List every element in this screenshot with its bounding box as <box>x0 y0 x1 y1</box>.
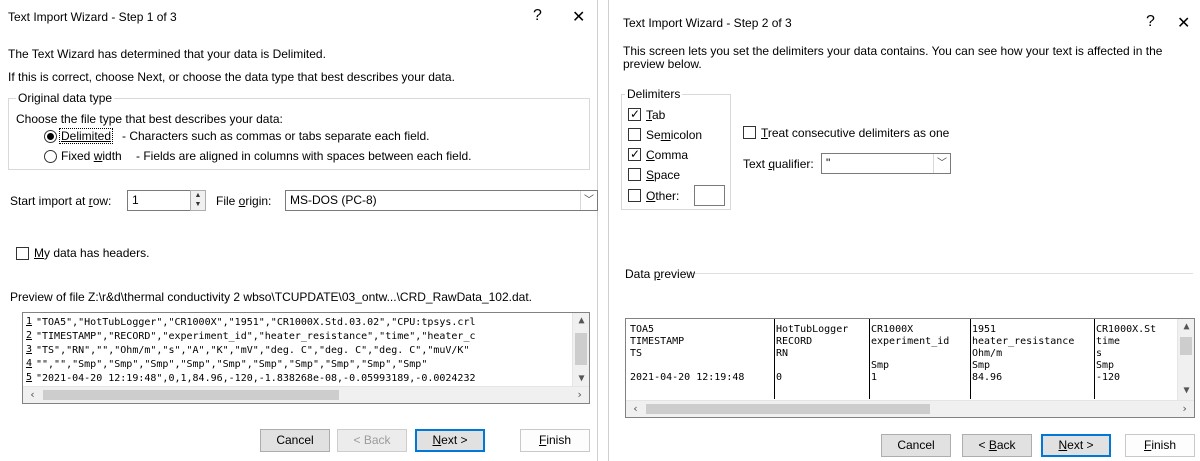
close-icon[interactable]: ✕ <box>572 7 585 27</box>
preview-line: "","","Smp","Smp","Smp","Smp","Smp","Smp… <box>36 359 428 370</box>
original-data-type-label: Original data type <box>16 91 115 105</box>
column-separator[interactable] <box>869 319 870 399</box>
preview-vertical-scrollbar[interactable]: ▲ ▼ <box>1177 319 1194 401</box>
help-icon[interactable]: ? <box>1146 13 1155 31</box>
close-icon[interactable]: ✕ <box>1177 13 1190 33</box>
file-origin-label: File origin: <box>216 194 272 208</box>
file-origin-value: MS-DOS (PC-8) <box>290 193 377 207</box>
delimited-radio[interactable] <box>44 130 57 143</box>
preview-line-number: 1 <box>25 316 33 327</box>
delimited-label[interactable]: Delimited <box>58 128 114 144</box>
finish-button[interactable]: Finish <box>520 429 590 452</box>
data-preview-label: Data preview <box>625 267 696 281</box>
checkmark-icon: ✓ <box>630 107 641 121</box>
other-checkbox[interactable] <box>628 189 641 202</box>
headers-label[interactable]: My data has headers. <box>34 246 149 260</box>
scroll-right-icon[interactable]: › <box>1176 401 1193 417</box>
column-separator[interactable] <box>970 319 971 399</box>
finish-button[interactable]: Finish <box>1125 434 1195 457</box>
semicolon-checkbox[interactable] <box>628 128 641 141</box>
preview-line-number: 4 <box>25 358 33 369</box>
preview-cell: 84.96 <box>972 372 1003 383</box>
preview-cell: 0 <box>776 372 783 383</box>
scroll-thumb[interactable] <box>1180 337 1192 355</box>
preview-line-number: 2 <box>25 330 33 341</box>
cancel-button[interactable]: Cancel <box>260 429 330 452</box>
data-preview-divider <box>687 273 1193 274</box>
spin-down-icon[interactable]: ▼ <box>191 200 205 209</box>
step1-dialog: Text Import Wizard - Step 1 of 3 ? ✕ The… <box>0 0 598 461</box>
tab-checkbox[interactable]: ✓ <box>628 107 641 121</box>
cancel-button[interactable]: Cancel <box>881 434 951 457</box>
preview-cell: 1 <box>871 372 878 383</box>
scroll-right-icon[interactable]: › <box>571 387 588 403</box>
tab-label[interactable]: Tab <box>646 108 665 122</box>
text-qualifier-value: " <box>826 156 831 170</box>
other-label[interactable]: Other: <box>646 189 679 203</box>
scroll-thumb[interactable] <box>646 404 930 414</box>
chevron-down-icon[interactable]: ﹀ <box>580 191 597 210</box>
file-origin-select[interactable]: MS-DOS (PC-8) ﹀ <box>285 190 598 211</box>
consecutive-delimiters-label[interactable]: Treat consecutive delimiters as one <box>761 126 949 140</box>
other-delimiter-input[interactable] <box>694 185 725 206</box>
checkmark-icon: ✓ <box>630 147 641 161</box>
preview-line: "TIMESTAMP","RECORD","experiment_id","he… <box>36 331 476 342</box>
back-button[interactable]: < Back <box>962 434 1032 457</box>
next-button[interactable]: Next > <box>415 429 485 452</box>
comma-label[interactable]: Comma <box>646 148 688 162</box>
scroll-up-icon[interactable]: ▲ <box>573 315 589 326</box>
help-icon[interactable]: ? <box>533 7 542 25</box>
back-button[interactable]: < Back <box>337 429 407 452</box>
preview-cell: 2021-04-20 12:19:48 <box>630 372 745 383</box>
scroll-down-icon[interactable]: ▼ <box>573 373 589 384</box>
space-label[interactable]: Space <box>646 168 680 182</box>
preview-line: "2021-04-20 12:19:48",0,1,84.96,-120,-1.… <box>36 373 476 384</box>
scroll-thumb[interactable] <box>43 390 339 400</box>
preview-line: "TOA5","HotTubLogger","CR1000X","1951","… <box>36 317 476 328</box>
intro-text-2: If this is correct, choose Next, or choo… <box>8 70 455 84</box>
preview-line-number: 3 <box>25 344 33 355</box>
intro-text-1: The Text Wizard has determined that your… <box>8 47 326 61</box>
dialog-title: Text Import Wizard - Step 1 of 3 <box>8 10 177 24</box>
dialog-title: Text Import Wizard - Step 2 of 3 <box>623 16 792 30</box>
start-row-input[interactable]: 1 <box>127 190 191 211</box>
file-preview[interactable]: 1 "TOA5","HotTubLogger","CR1000X","1951",… <box>22 312 590 404</box>
fixed-width-description: - Fields are aligned in columns with spa… <box>136 149 472 163</box>
fixed-width-radio[interactable] <box>44 150 57 163</box>
chevron-down-icon[interactable]: ﹀ <box>933 154 950 173</box>
headers-checkbox[interactable] <box>16 247 29 260</box>
text-qualifier-label: Text qualifier: <box>743 157 814 171</box>
scroll-up-icon[interactable]: ▲ <box>1178 321 1194 332</box>
comma-checkbox[interactable]: ✓ <box>628 147 641 161</box>
preview-line-number: 5 <box>25 372 33 383</box>
delimited-description: - Characters such as commas or tabs sepa… <box>122 129 430 143</box>
semicolon-label[interactable]: Semicolon <box>646 128 702 142</box>
column-separator[interactable] <box>1094 319 1095 399</box>
preview-vertical-scrollbar[interactable]: ▲ ▼ <box>572 313 589 387</box>
preview-cell: -120 <box>1096 372 1121 383</box>
scroll-thumb[interactable] <box>575 333 587 365</box>
preview-horizontal-scrollbar[interactable]: ‹ › <box>626 400 1194 417</box>
column-separator[interactable] <box>774 319 775 399</box>
delimiters-label: Delimiters <box>625 87 683 101</box>
choose-file-type-label: Choose the file type that best describes… <box>16 112 283 126</box>
fixed-width-label[interactable]: Fixed width <box>61 149 122 163</box>
space-checkbox[interactable] <box>628 168 641 181</box>
scroll-down-icon[interactable]: ▼ <box>1178 385 1194 396</box>
start-row-label: Start import at row: <box>10 194 112 208</box>
spin-up-icon[interactable]: ▲ <box>191 191 205 200</box>
text-qualifier-select[interactable]: " ﹀ <box>821 153 951 174</box>
preview-line: "TS","RN","","Ohm/m","s","A","K","mV","d… <box>36 345 470 356</box>
scroll-left-icon[interactable]: ‹ <box>627 401 644 417</box>
start-row-spinner[interactable]: ▲ ▼ <box>190 190 206 211</box>
preview-file-label: Preview of file Z:\r&d\thermal conductiv… <box>10 290 532 304</box>
step2-dialog: Text Import Wizard - Step 2 of 3 ? ✕ Thi… <box>608 0 1200 461</box>
scroll-left-icon[interactable]: ‹ <box>24 387 41 403</box>
next-button[interactable]: Next > <box>1041 434 1111 457</box>
data-preview[interactable]: TOA5 TIMESTAMP TS 2021-04-20 12:19:48 HotTub… <box>625 318 1195 418</box>
preview-horizontal-scrollbar[interactable]: ‹ › <box>23 386 589 403</box>
intro-text: This screen lets you set the delimiters … <box>623 44 1163 71</box>
consecutive-delimiters-checkbox[interactable] <box>743 126 756 139</box>
